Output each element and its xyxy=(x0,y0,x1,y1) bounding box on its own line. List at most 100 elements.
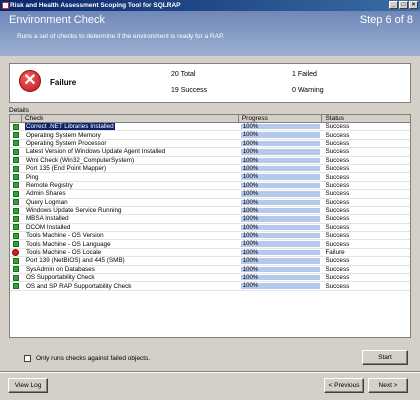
table-body: Correct .NET Libraries Installed 100% Succ… xyxy=(10,123,410,291)
progress-cell: 100% xyxy=(239,224,323,231)
row-icon-cell xyxy=(10,224,22,231)
icon-column-header xyxy=(10,115,22,122)
table-row[interactable]: Admin Shares 100% Success xyxy=(10,190,410,199)
table-row[interactable]: Query Logman 100% Success xyxy=(10,199,410,207)
status-cell: Success xyxy=(325,207,350,215)
check-name: SysAdmin on Databases xyxy=(25,265,95,273)
check-name-cell: Remote Registry xyxy=(22,182,239,189)
table-row[interactable]: Tools Machine - OS Language 100% Success xyxy=(10,240,410,249)
table-row[interactable]: Operating System Memory 100% Success xyxy=(10,131,410,140)
progress-cell: 100% xyxy=(239,215,323,222)
status-cell: Success xyxy=(325,156,350,164)
footer-separator xyxy=(0,371,420,373)
status-cell: Success xyxy=(325,148,350,156)
overall-status: Failure xyxy=(50,78,77,87)
table-row[interactable]: Windows Update Service Running 100% Succes… xyxy=(10,207,410,216)
table-header: Check Progress Status xyxy=(10,115,410,123)
status-cell: Success xyxy=(325,232,350,240)
only-failed-checkbox[interactable] xyxy=(24,355,31,362)
column-header-status[interactable]: Status xyxy=(322,115,410,122)
row-icon-cell xyxy=(10,148,22,155)
progress-bar: 100% xyxy=(240,233,321,239)
checks-table: Check Progress Status Correct .NET Libra… xyxy=(9,114,411,338)
success-icon xyxy=(12,241,19,248)
check-name: Remote Registry xyxy=(25,181,73,189)
success-icon xyxy=(12,215,19,222)
check-name-cell: Ping xyxy=(22,174,239,181)
success-icon xyxy=(12,182,19,189)
check-name: DCOM Installed xyxy=(25,223,71,231)
progress-bar: 100% xyxy=(240,207,321,214)
status-cell: Success xyxy=(325,165,350,173)
status-cell: Success xyxy=(325,215,350,223)
check-name: Tools Machine - OS Language xyxy=(25,240,111,248)
progress-bar: 100% xyxy=(240,182,321,189)
success-icon xyxy=(12,224,19,231)
maximize-button[interactable]: □ xyxy=(399,1,408,9)
column-header-check[interactable]: Check xyxy=(22,115,239,122)
table-row[interactable]: Ping 100% Success xyxy=(10,173,410,182)
table-row[interactable]: OS Supportability Check 100% Success xyxy=(10,274,410,283)
table-row[interactable]: Tools Machine - OS Locale 100% Failure xyxy=(10,249,410,258)
table-row[interactable]: Latest Version of Windows Update Agent I… xyxy=(10,148,410,157)
minimize-button[interactable]: _ xyxy=(389,1,398,9)
column-header-progress[interactable]: Progress xyxy=(239,115,323,122)
page-description: Runs a set of checks to determine if the… xyxy=(17,33,225,40)
check-name: Wmi Check (Win32_ComputerSystem) xyxy=(25,156,135,164)
step-indicator: Step 6 of 8 xyxy=(359,14,413,26)
success-icon xyxy=(12,123,19,130)
close-button[interactable]: × xyxy=(409,1,418,9)
view-log-button[interactable]: View Log xyxy=(8,378,48,393)
check-name: Windows Update Service Running xyxy=(25,207,122,215)
total-count: 20 Total xyxy=(171,71,196,78)
table-row[interactable]: Port 139 (NetBIOS) and 445 (SMB) 100% Succ… xyxy=(10,257,410,266)
progress-cell: 100% xyxy=(239,190,323,197)
check-name-cell: Correct .NET Libraries Installed xyxy=(22,123,239,131)
page-title: Environment Check xyxy=(9,14,105,26)
table-row[interactable]: Wmi Check (Win32_ComputerSystem) 100% Succ… xyxy=(10,157,410,165)
check-name: OS and SP RAP Supportability Check xyxy=(25,282,132,290)
progress-cell: 100% xyxy=(239,140,323,147)
table-row[interactable]: SysAdmin on Databases 100% Success xyxy=(10,265,410,275)
previous-button[interactable]: < Previous xyxy=(324,378,364,393)
status-cell: Success xyxy=(325,274,350,282)
next-button[interactable]: Next > xyxy=(368,378,408,393)
table-row[interactable]: Operating System Processor 100% Success xyxy=(10,139,410,149)
table-row[interactable]: MBSA Installed 100% Success xyxy=(10,215,410,224)
row-icon-cell xyxy=(10,215,22,222)
success-icon xyxy=(12,274,19,281)
success-icon xyxy=(12,140,19,147)
check-name: OS Supportability Check xyxy=(25,274,95,282)
progress-bar: 100% xyxy=(240,199,321,206)
table-row[interactable]: DCOM Installed 100% Success xyxy=(10,223,410,233)
table-row[interactable]: Tools Machine - OS Version 100% Success xyxy=(10,232,410,241)
success-icon xyxy=(12,266,19,273)
progress-cell: 100% xyxy=(239,240,323,247)
check-name-cell: Port 135 (End Point Mapper) xyxy=(22,165,239,172)
row-icon-cell xyxy=(10,257,22,264)
start-button[interactable]: Start xyxy=(362,350,408,365)
status-cell: Success xyxy=(325,190,350,198)
row-icon-cell xyxy=(10,240,22,248)
status-cell: Success xyxy=(325,181,350,189)
app-window: Risk and Health Assessment Scoping Tool … xyxy=(0,0,420,400)
failure-icon: ✕ xyxy=(19,70,41,92)
table-row[interactable]: OS and SP RAP Supportability Check 100% Su… xyxy=(10,282,410,291)
failed-count: 1 Failed xyxy=(292,71,317,78)
row-icon-cell xyxy=(10,266,22,273)
table-row[interactable]: Correct .NET Libraries Installed 100% Succ… xyxy=(10,123,410,132)
status-cell: Success xyxy=(325,265,350,273)
details-label: Details xyxy=(9,107,29,114)
table-row[interactable]: Port 135 (End Point Mapper) 100% Success xyxy=(10,165,410,174)
success-icon xyxy=(12,157,19,164)
success-count: 19 Success xyxy=(171,87,208,94)
check-name: Operating System Processor xyxy=(25,139,107,147)
progress-bar: 100% xyxy=(240,157,321,164)
row-icon-cell xyxy=(10,282,22,290)
check-name: Port 135 (End Point Mapper) xyxy=(25,165,107,173)
table-row[interactable]: Remote Registry 100% Success xyxy=(10,181,410,191)
title-bar: Risk and Health Assessment Scoping Tool … xyxy=(0,0,420,11)
progress-cell: 100% xyxy=(239,157,323,164)
progress-bar: 100% xyxy=(240,258,321,264)
row-icon-cell xyxy=(10,274,22,281)
